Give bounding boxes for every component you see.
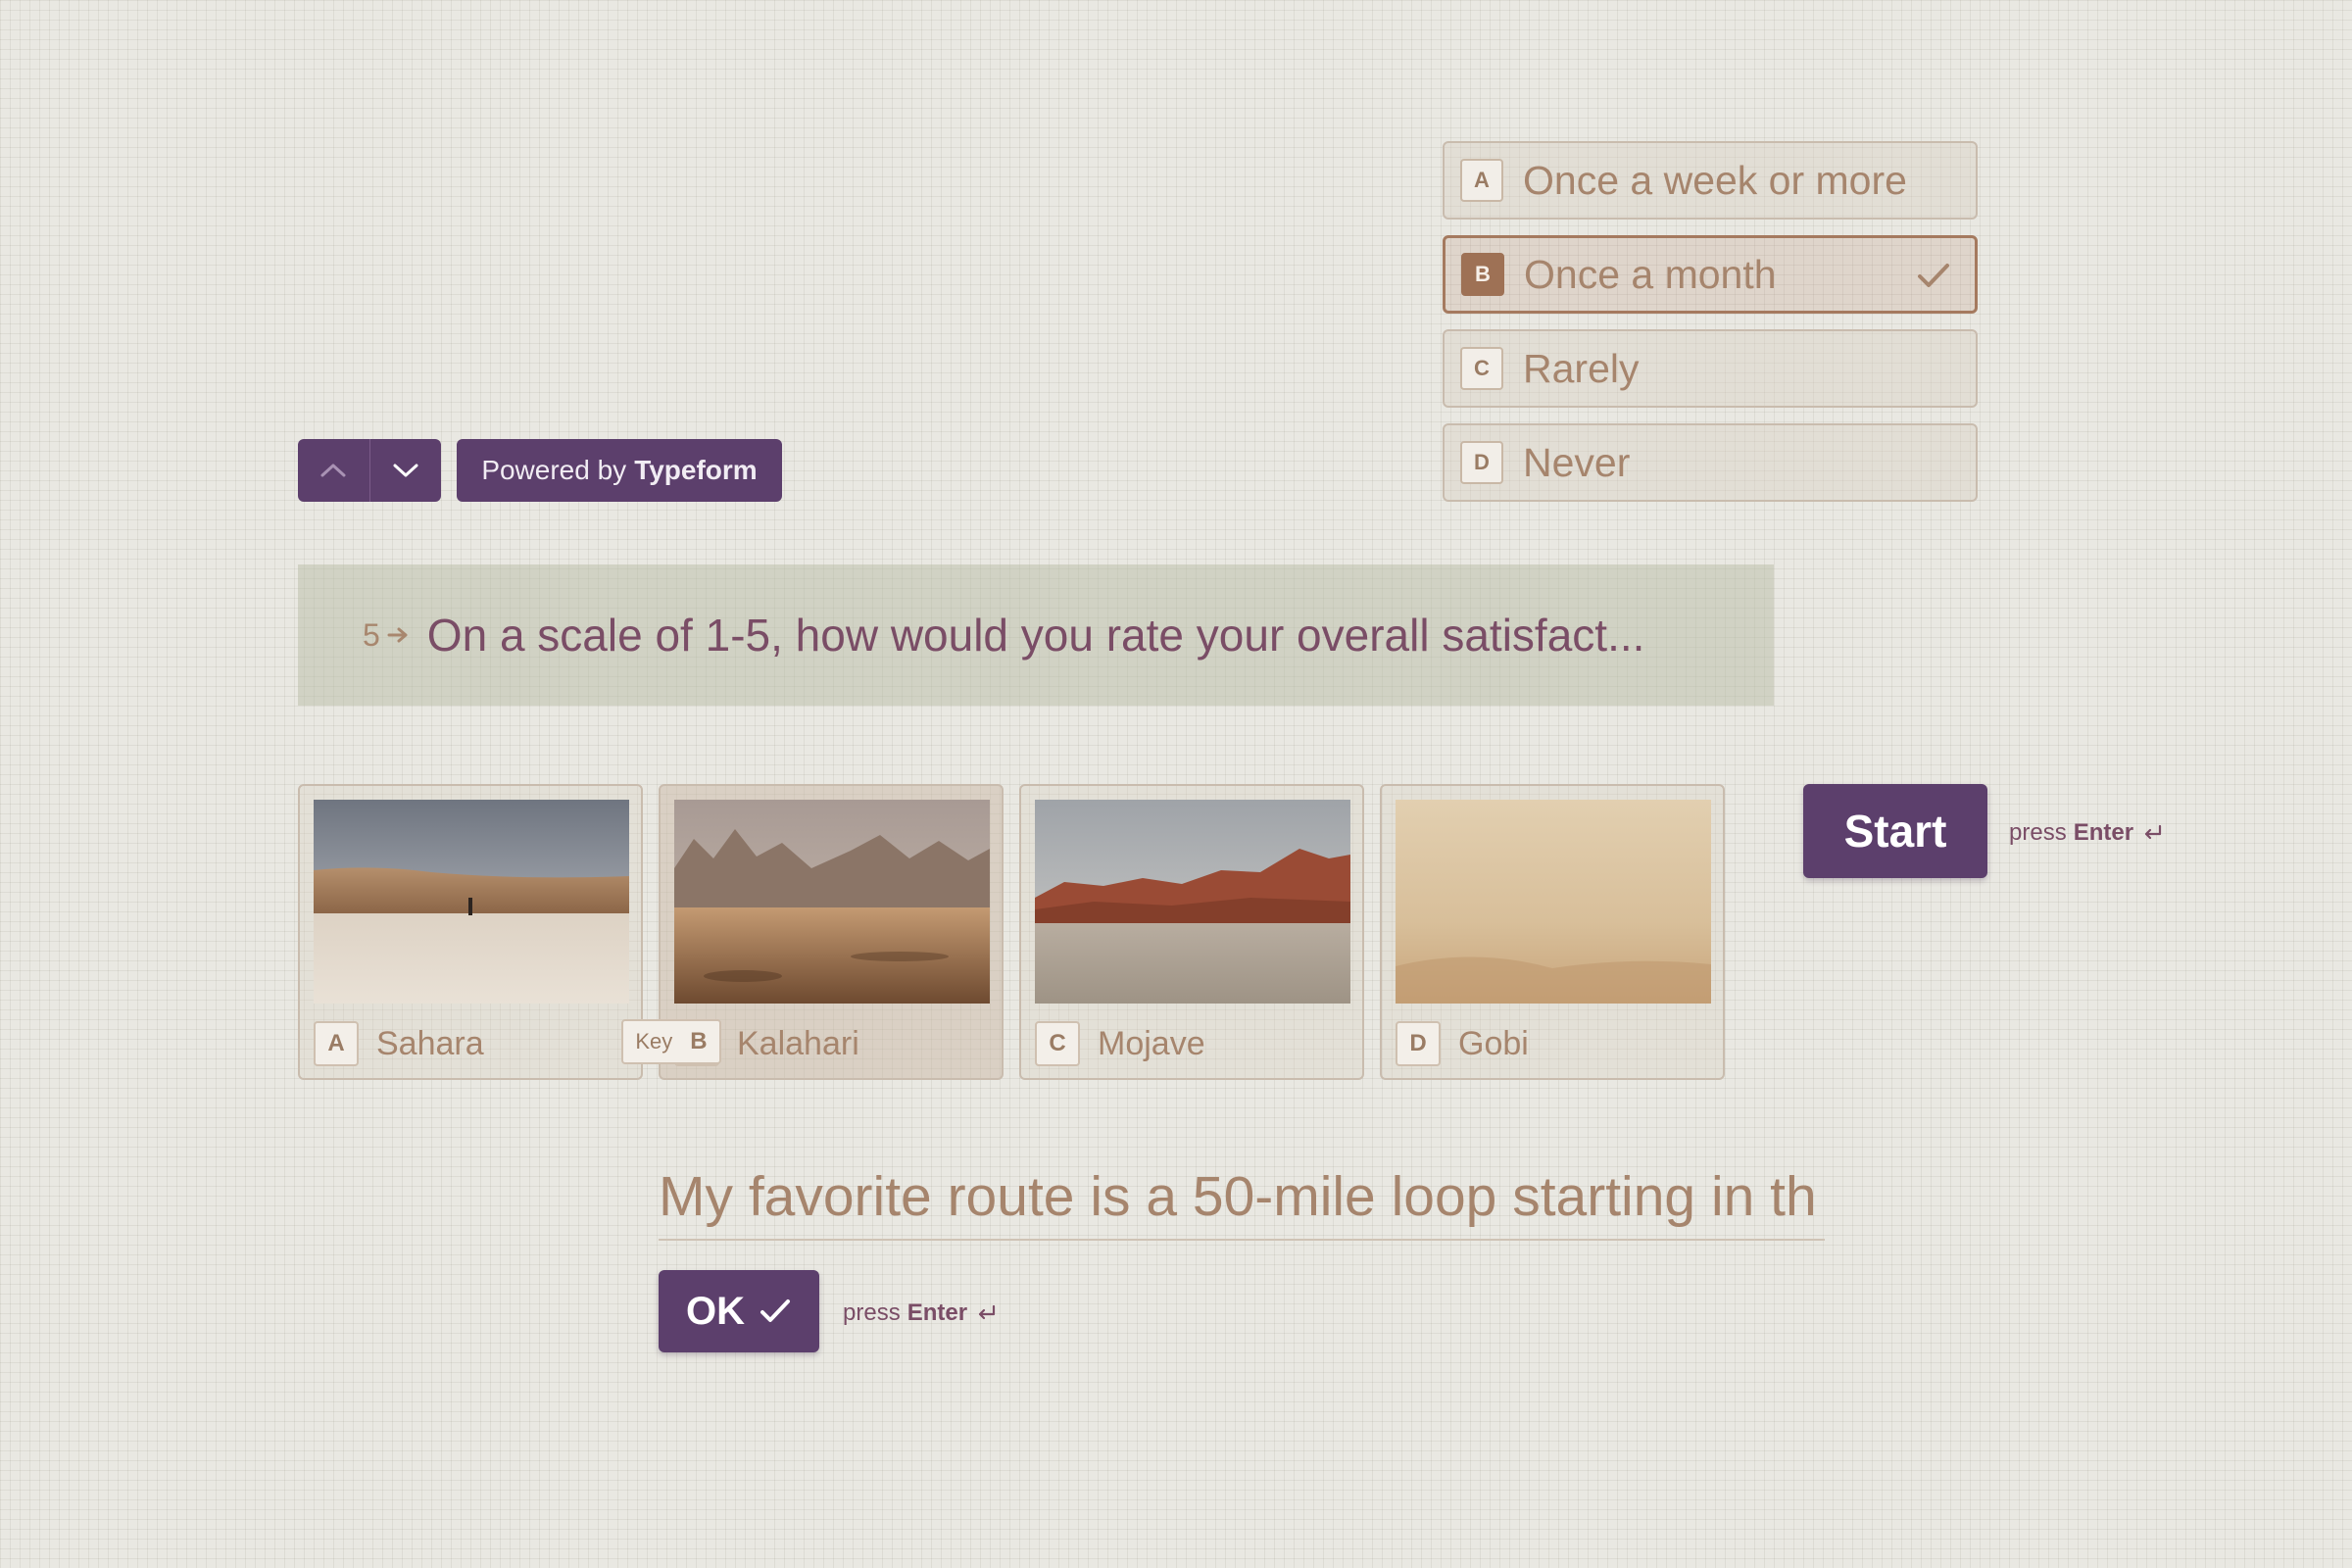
choice-option-d[interactable]: D Never — [1443, 423, 1978, 502]
gobi-image — [1396, 800, 1711, 1004]
card-key-a: A — [314, 1021, 359, 1066]
card-label-kalahari: Kalahari — [737, 1025, 859, 1062]
choice-option-b[interactable]: B Once a month — [1443, 235, 1978, 314]
question-banner: 5 On a scale of 1-5, how would you rate … — [298, 564, 1774, 706]
start-hint-press: press — [2009, 819, 2067, 846]
question-text: On a scale of 1-5, how would you rate yo… — [426, 610, 1645, 661]
chevron-up-icon — [320, 464, 346, 477]
choice-key-c: C — [1460, 347, 1503, 390]
start-hint-key: Enter — [2073, 819, 2134, 846]
return-key-icon — [978, 1304, 996, 1320]
card-label-sahara: Sahara — [376, 1025, 484, 1062]
choice-option-a[interactable]: A Once a week or more — [1443, 141, 1978, 220]
card-label-mojave: Mojave — [1098, 1025, 1205, 1062]
ok-button[interactable]: OK — [659, 1270, 819, 1352]
choice-option-c[interactable]: C Rarely — [1443, 329, 1978, 408]
ok-enter-hint: press Enter — [843, 1299, 998, 1327]
choice-key-b: B — [1461, 253, 1504, 296]
keyboard-hint-word: Key — [635, 1029, 673, 1054]
question-navigation — [298, 439, 441, 502]
answer-input-underline — [659, 1239, 1825, 1241]
choice-key-d: D — [1460, 441, 1503, 484]
choice-label-c: Rarely — [1523, 345, 1640, 391]
chevron-down-icon — [393, 464, 418, 477]
powered-by-typeform-link[interactable]: Powered by Typeform — [457, 439, 782, 502]
answer-text-input[interactable]: My favorite route is a 50-mile loop star… — [659, 1154, 1825, 1239]
start-button[interactable]: Start — [1803, 784, 1987, 878]
choice-label-b: Once a month — [1524, 251, 1777, 297]
image-choice-mojave[interactable]: C Mojave — [1019, 784, 1364, 1080]
return-key-icon — [2144, 824, 2162, 840]
question-number: 5 — [363, 617, 412, 654]
keyboard-hint-tooltip: Key B — [621, 1019, 721, 1064]
powered-by-text: Powered by — [481, 455, 627, 485]
mojave-image — [1035, 800, 1350, 1004]
checkmark-icon — [1918, 264, 1949, 287]
choice-label-d: Never — [1523, 439, 1631, 485]
keyboard-hint-letter: B — [690, 1028, 708, 1054]
question-number-value: 5 — [363, 616, 380, 653]
card-key-c: C — [1035, 1021, 1080, 1066]
arrow-right-icon — [387, 627, 408, 643]
sahara-image — [314, 800, 629, 1004]
kalahari-image — [674, 800, 990, 1004]
previous-question-button[interactable] — [298, 439, 369, 502]
image-choice-sahara[interactable]: A Sahara — [298, 784, 643, 1080]
start-enter-hint: press Enter — [2009, 819, 2164, 847]
checkmark-icon — [760, 1299, 790, 1322]
typeform-brand: Typeform — [634, 455, 758, 485]
next-question-button[interactable] — [368, 439, 442, 502]
ok-hint-press: press — [843, 1299, 901, 1326]
ok-label: OK — [686, 1289, 745, 1333]
choice-key-a: A — [1460, 159, 1503, 202]
card-label-gobi: Gobi — [1458, 1025, 1529, 1062]
card-key-d: D — [1396, 1021, 1441, 1066]
image-choice-gobi[interactable]: D Gobi — [1380, 784, 1725, 1080]
choice-label-a: Once a week or more — [1523, 157, 1907, 203]
ok-hint-key: Enter — [906, 1299, 968, 1326]
